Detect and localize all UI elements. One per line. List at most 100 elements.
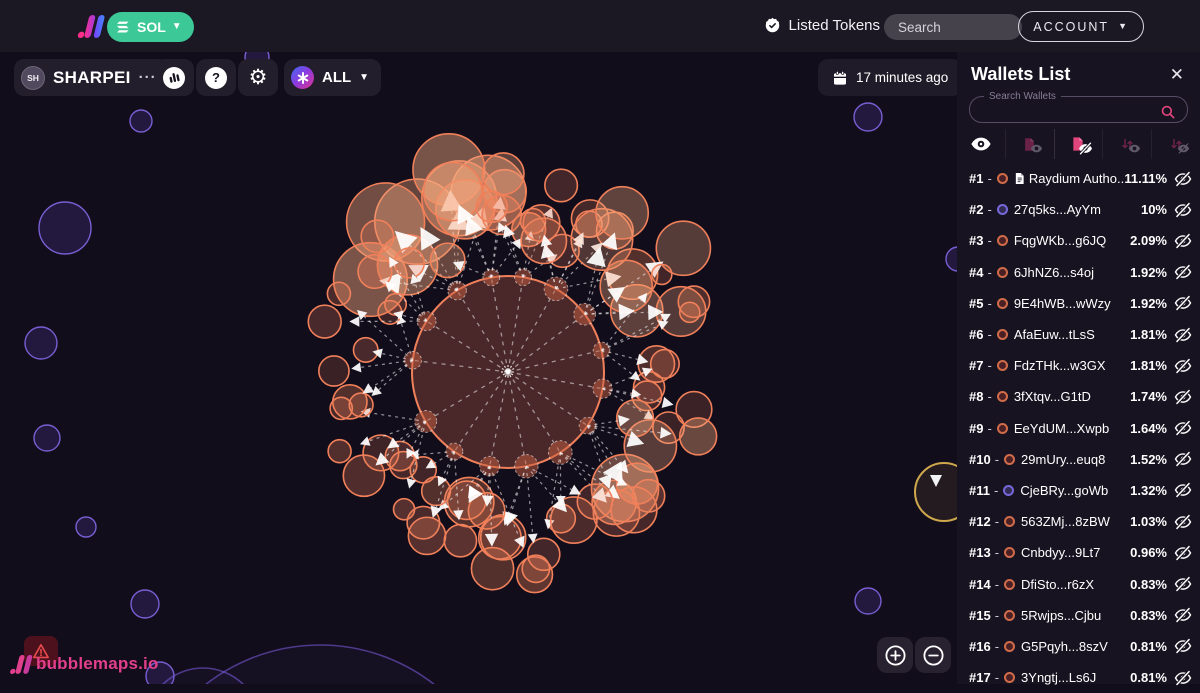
zoom-in-button[interactable] — [877, 637, 913, 673]
wallet-address: 5Rwjps...Cjbu — [1021, 608, 1101, 623]
search-icon[interactable] — [1159, 103, 1177, 121]
wallet-row[interactable]: #9-EeYdUM...Xwpb1.64% — [957, 413, 1200, 444]
eye-slash-icon[interactable] — [1174, 513, 1192, 531]
wallet-row[interactable]: #7-FdzTHk...w3GX1.81% — [957, 350, 1200, 381]
eye-slash-icon — [1078, 141, 1093, 156]
eye-slash-icon[interactable] — [1174, 263, 1192, 281]
wallet-percent: 0.96% — [1130, 545, 1174, 560]
wallet-row[interactable]: #6-AfaEuw...tLsS1.81% — [957, 319, 1200, 350]
eye-slash-icon[interactable] — [1174, 357, 1192, 375]
wallet-rank: #7 — [969, 358, 983, 373]
question-mark-icon: ? — [205, 67, 227, 89]
verified-badge-icon — [764, 17, 781, 34]
wallet-rank: #10 — [969, 452, 991, 467]
wallet-percent: 0.81% — [1130, 639, 1174, 654]
eye-slash-icon[interactable] — [1174, 294, 1192, 312]
wallet-row[interactable]: #5-9E4hWB...wWzy1.92% — [957, 288, 1200, 319]
wallet-rank: #11 — [969, 483, 990, 498]
wallet-address: CjeBRy...goWb — [1020, 483, 1108, 498]
wallet-row[interactable]: #17-3Yngtj...Ls6J0.81% — [957, 662, 1200, 693]
wallet-address: 27q5ks...AyYm — [1014, 202, 1101, 217]
chevron-down-icon: ▼ — [1118, 22, 1129, 31]
last-updated-pill[interactable]: 17 minutes ago — [818, 59, 962, 96]
eye-slash-icon[interactable] — [1174, 544, 1192, 562]
wallet-row[interactable]: #14-DfiSto...r6zX0.83% — [957, 568, 1200, 599]
eye-slash-icon[interactable] — [1174, 575, 1192, 593]
wallets-panel: Wallets List ✕ Search Wallets — [957, 52, 1200, 684]
token-info-pill[interactable]: SH SHARPEI ··· — [14, 59, 169, 96]
wallet-bubble-dot — [997, 391, 1008, 402]
eye-slash-icon[interactable] — [1174, 606, 1192, 624]
filter-all-label: ALL — [322, 69, 351, 86]
wallet-row[interactable]: #1-Raydium Autho...11.11% — [957, 163, 1200, 194]
eye-slash-icon[interactable] — [1174, 232, 1192, 250]
wallet-row[interactable]: #3-FqgWKb...g6JQ2.09% — [957, 225, 1200, 256]
listed-tokens-toggle[interactable]: Listed Tokens — [764, 17, 880, 34]
filter-contracts-visible-tab[interactable] — [1005, 129, 1054, 159]
wallet-address: G5Pqyh...8szV — [1021, 639, 1108, 654]
wallet-search-label: Search Wallets — [984, 91, 1061, 102]
chevron-down-icon: ▼ — [172, 22, 182, 32]
wallet-search-input[interactable] — [980, 104, 1159, 120]
wallet-rank: #17 — [969, 670, 991, 685]
account-label: ACCOUNT — [1033, 20, 1109, 34]
wallet-address: Raydium Autho... — [1029, 171, 1125, 186]
filter-contracts-hidden-tab[interactable] — [1054, 129, 1103, 159]
wallet-percent: 1.92% — [1130, 296, 1174, 311]
wallet-row[interactable]: #10-29mUry...euq81.52% — [957, 444, 1200, 475]
bubblemaps-logo-icon[interactable] — [76, 11, 106, 41]
filter-exchanges-hidden-tab[interactable] — [1151, 129, 1200, 159]
eye-slash-icon[interactable] — [1174, 637, 1192, 655]
wallet-percent: 2.09% — [1130, 233, 1174, 248]
eye-slash-icon[interactable] — [1174, 326, 1192, 344]
settings-button[interactable]: ⚙ — [238, 59, 278, 96]
wallet-bubble-dot — [997, 235, 1008, 246]
wallet-row[interactable]: #8-3fXtqv...G1tD1.74% — [957, 381, 1200, 412]
wallet-address: 6JhNZ6...s4oj — [1014, 265, 1094, 280]
chain-select-button[interactable]: SOL ▼ — [107, 12, 194, 42]
close-icon[interactable]: ✕ — [1170, 66, 1184, 83]
eye-slash-icon[interactable] — [1174, 201, 1192, 219]
wallet-percent: 0.81% — [1130, 670, 1174, 685]
wallet-address: FqgWKb...g6JQ — [1014, 233, 1106, 248]
solana-icon — [115, 19, 131, 35]
wallet-address: FdzTHk...w3GX — [1014, 358, 1106, 373]
wallet-percent: 0.83% — [1130, 577, 1174, 592]
top-bar: SOL ▼ Listed Tokens ACCOUNT ▼ — [0, 0, 1200, 52]
eye-slash-icon[interactable] — [1174, 170, 1192, 188]
wallet-rank: #6 — [969, 327, 983, 342]
wallet-row[interactable]: #12-563ZMj...8zBW1.03% — [957, 506, 1200, 537]
wallet-bubble-dot — [997, 173, 1008, 184]
wallet-bubble-dot — [1004, 579, 1015, 590]
wallet-address: Cnbdyy...9Lt7 — [1021, 545, 1100, 560]
eye-slash-icon[interactable] — [1174, 481, 1192, 499]
eye-slash-icon[interactable] — [1174, 388, 1192, 406]
wallet-row[interactable]: #11-CjeBRy...goWb1.32% — [957, 475, 1200, 506]
eye-slash-icon[interactable] — [1174, 419, 1192, 437]
wallet-bubble-dot — [997, 204, 1008, 215]
wallet-percent: 1.81% — [1130, 358, 1174, 373]
bubblemaps-watermark-link[interactable]: bubblemaps.io — [8, 653, 159, 675]
wallet-rank: #2 — [969, 202, 983, 217]
wallet-percent: 1.32% — [1130, 483, 1174, 498]
wallet-row[interactable]: #4-6JhNZ6...s4oj1.92% — [957, 257, 1200, 288]
wallet-address: 9E4hWB...wWzy — [1014, 296, 1111, 311]
wallet-rank: #9 — [969, 421, 983, 436]
wallet-bubble-dot — [1004, 454, 1015, 465]
zoom-out-button[interactable] — [915, 637, 951, 673]
map-style-button[interactable] — [154, 59, 194, 96]
wallet-row[interactable]: #13-Cnbdyy...9Lt70.96% — [957, 537, 1200, 568]
magma-chart-icon — [163, 67, 185, 89]
eye-slash-icon[interactable] — [1174, 450, 1192, 468]
wallet-bubble-dot — [1004, 641, 1015, 652]
help-button[interactable]: ? — [196, 59, 236, 96]
wallet-row[interactable]: #16-G5Pqyh...8szV0.81% — [957, 631, 1200, 662]
wallet-row[interactable]: #2-27q5ks...AyYm10% — [957, 194, 1200, 225]
filter-show-all-tab[interactable] — [957, 129, 1005, 159]
wallet-row[interactable]: #15-5Rwjps...Cjbu0.83% — [957, 600, 1200, 631]
account-button[interactable]: ACCOUNT ▼ — [1018, 11, 1144, 42]
filter-exchanges-visible-tab[interactable] — [1102, 129, 1151, 159]
filter-all-button[interactable]: ALL ▼ — [284, 59, 381, 96]
plus-circle-icon — [884, 644, 907, 667]
star-icon — [291, 66, 314, 89]
